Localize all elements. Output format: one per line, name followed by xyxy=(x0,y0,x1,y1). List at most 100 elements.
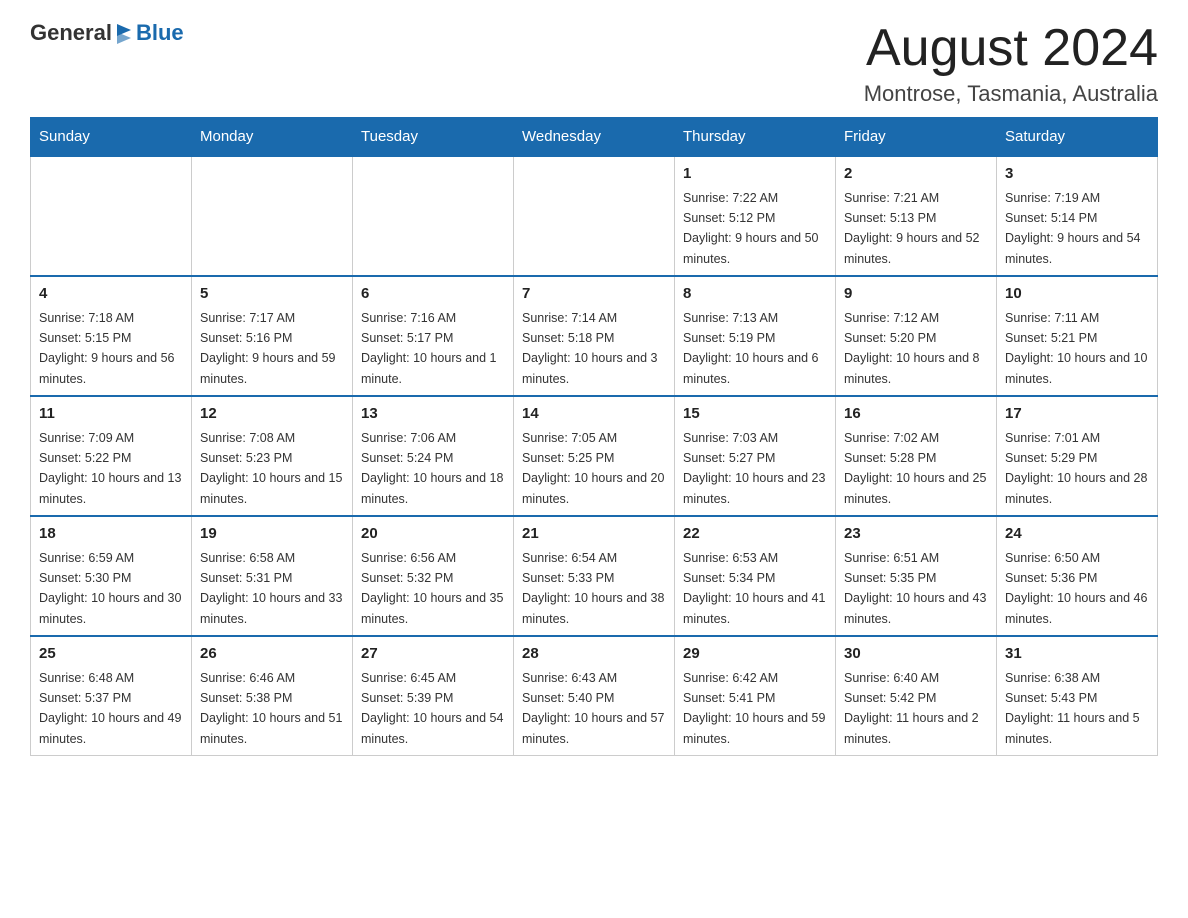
day-sun-info: Sunrise: 6:54 AM Sunset: 5:33 PM Dayligh… xyxy=(522,551,664,626)
day-number: 30 xyxy=(844,643,988,666)
calendar-cell: 24 Sunrise: 6:50 AM Sunset: 5:36 PM Dayli… xyxy=(997,516,1158,636)
calendar-cell: 9Sunrise: 7:12 AM Sunset: 5:20 PM Daylig… xyxy=(836,276,997,396)
day-sun-info: Sunrise: 7:06 AM Sunset: 5:24 PM Dayligh… xyxy=(361,431,503,506)
day-sun-info: Sunrise: 7:16 AM Sunset: 5:17 PM Dayligh… xyxy=(361,311,497,386)
day-number: 31 xyxy=(1005,643,1149,666)
day-number: 7 xyxy=(522,283,666,306)
day-number: 13 xyxy=(361,403,505,426)
day-sun-info: Sunrise: 7:12 AM Sunset: 5:20 PM Dayligh… xyxy=(844,311,980,386)
day-number: 25 xyxy=(39,643,183,666)
logo-flag-icon xyxy=(113,22,135,44)
day-number: 21 xyxy=(522,523,666,546)
calendar-cell: 7 Sunrise: 7:14 AM Sunset: 5:18 PM Daylig… xyxy=(514,276,675,396)
day-number: 14 xyxy=(522,403,666,426)
day-sun-info: Sunrise: 7:17 AM Sunset: 5:16 PM Dayligh… xyxy=(200,311,336,386)
day-sun-info: Sunrise: 6:50 AM Sunset: 5:36 PM Dayligh… xyxy=(1005,551,1147,626)
day-number: 16 xyxy=(844,403,988,426)
day-number: 20 xyxy=(361,523,505,546)
calendar-cell: 16 Sunrise: 7:02 AM Sunset: 5:28 PM Dayli… xyxy=(836,396,997,516)
day-sun-info: Sunrise: 7:02 AM Sunset: 5:28 PM Dayligh… xyxy=(844,431,986,506)
day-sun-info: Sunrise: 7:03 AM Sunset: 5:27 PM Dayligh… xyxy=(683,431,825,506)
day-sun-info: Sunrise: 6:51 AM Sunset: 5:35 PM Dayligh… xyxy=(844,551,986,626)
day-number: 2 xyxy=(844,163,988,186)
day-sun-info: Sunrise: 6:58 AM Sunset: 5:31 PM Dayligh… xyxy=(200,551,342,626)
location-subtitle: Montrose, Tasmania, Australia xyxy=(864,81,1158,107)
day-sun-info: Sunrise: 6:45 AM Sunset: 5:39 PM Dayligh… xyxy=(361,671,503,746)
day-header-friday: Friday xyxy=(836,118,997,157)
calendar-cell: 25 Sunrise: 6:48 AM Sunset: 5:37 PM Dayli… xyxy=(31,636,192,756)
day-sun-info: Sunrise: 7:01 AM Sunset: 5:29 PM Dayligh… xyxy=(1005,431,1147,506)
title-block: August 2024 Montrose, Tasmania, Australi… xyxy=(864,20,1158,107)
day-sun-info: Sunrise: 7:08 AM Sunset: 5:23 PM Dayligh… xyxy=(200,431,342,506)
day-sun-info: Sunrise: 7:05 AM Sunset: 5:25 PM Dayligh… xyxy=(522,431,664,506)
calendar-cell: 21 Sunrise: 6:54 AM Sunset: 5:33 PM Dayli… xyxy=(514,516,675,636)
day-number: 5 xyxy=(200,283,344,306)
day-sun-info: Sunrise: 7:09 AM Sunset: 5:22 PM Dayligh… xyxy=(39,431,181,506)
day-number: 6 xyxy=(361,283,505,306)
calendar-week-row: 25 Sunrise: 6:48 AM Sunset: 5:37 PM Dayli… xyxy=(31,636,1158,756)
calendar-cell xyxy=(514,156,675,276)
day-number: 28 xyxy=(522,643,666,666)
day-number: 18 xyxy=(39,523,183,546)
day-header-thursday: Thursday xyxy=(675,118,836,157)
calendar-week-row: 4Sunrise: 7:18 AM Sunset: 5:15 PM Daylig… xyxy=(31,276,1158,396)
day-number: 3 xyxy=(1005,163,1149,186)
day-number: 23 xyxy=(844,523,988,546)
calendar-cell: 30 Sunrise: 6:40 AM Sunset: 5:42 PM Dayli… xyxy=(836,636,997,756)
day-sun-info: Sunrise: 7:22 AM Sunset: 5:12 PM Dayligh… xyxy=(683,191,819,266)
calendar-cell xyxy=(31,156,192,276)
calendar-cell: 18 Sunrise: 6:59 AM Sunset: 5:30 PM Dayli… xyxy=(31,516,192,636)
calendar-week-row: 1Sunrise: 7:22 AM Sunset: 5:12 PM Daylig… xyxy=(31,156,1158,276)
day-number: 27 xyxy=(361,643,505,666)
calendar-cell: 2 Sunrise: 7:21 AM Sunset: 5:13 PM Daylig… xyxy=(836,156,997,276)
calendar-cell: 28 Sunrise: 6:43 AM Sunset: 5:40 PM Dayli… xyxy=(514,636,675,756)
day-number: 24 xyxy=(1005,523,1149,546)
calendar-cell: 11Sunrise: 7:09 AM Sunset: 5:22 PM Dayli… xyxy=(31,396,192,516)
calendar-cell: 17 Sunrise: 7:01 AM Sunset: 5:29 PM Dayli… xyxy=(997,396,1158,516)
day-number: 10 xyxy=(1005,283,1149,306)
calendar-cell: 13 Sunrise: 7:06 AM Sunset: 5:24 PM Dayli… xyxy=(353,396,514,516)
calendar-cell: 20 Sunrise: 6:56 AM Sunset: 5:32 PM Dayli… xyxy=(353,516,514,636)
calendar-cell: 1Sunrise: 7:22 AM Sunset: 5:12 PM Daylig… xyxy=(675,156,836,276)
calendar-cell: 15 Sunrise: 7:03 AM Sunset: 5:27 PM Dayli… xyxy=(675,396,836,516)
calendar-cell: 5 Sunrise: 7:17 AM Sunset: 5:16 PM Daylig… xyxy=(192,276,353,396)
day-number: 12 xyxy=(200,403,344,426)
day-number: 15 xyxy=(683,403,827,426)
day-header-saturday: Saturday xyxy=(997,118,1158,157)
day-header-tuesday: Tuesday xyxy=(353,118,514,157)
logo: General Blue xyxy=(30,20,184,46)
day-header-sunday: Sunday xyxy=(31,118,192,157)
logo-general: General xyxy=(30,20,112,46)
day-sun-info: Sunrise: 7:14 AM Sunset: 5:18 PM Dayligh… xyxy=(522,311,658,386)
calendar-week-row: 11Sunrise: 7:09 AM Sunset: 5:22 PM Dayli… xyxy=(31,396,1158,516)
day-sun-info: Sunrise: 7:19 AM Sunset: 5:14 PM Dayligh… xyxy=(1005,191,1141,266)
calendar-cell: 10 Sunrise: 7:11 AM Sunset: 5:21 PM Dayli… xyxy=(997,276,1158,396)
day-sun-info: Sunrise: 6:48 AM Sunset: 5:37 PM Dayligh… xyxy=(39,671,181,746)
day-header-monday: Monday xyxy=(192,118,353,157)
calendar-cell: 23 Sunrise: 6:51 AM Sunset: 5:35 PM Dayli… xyxy=(836,516,997,636)
calendar-cell: 14 Sunrise: 7:05 AM Sunset: 5:25 PM Dayli… xyxy=(514,396,675,516)
day-sun-info: Sunrise: 7:13 AM Sunset: 5:19 PM Dayligh… xyxy=(683,311,819,386)
calendar-cell: 26Sunrise: 6:46 AM Sunset: 5:38 PM Dayli… xyxy=(192,636,353,756)
day-sun-info: Sunrise: 6:42 AM Sunset: 5:41 PM Dayligh… xyxy=(683,671,825,746)
day-sun-info: Sunrise: 6:56 AM Sunset: 5:32 PM Dayligh… xyxy=(361,551,503,626)
calendar-cell: 3 Sunrise: 7:19 AM Sunset: 5:14 PM Daylig… xyxy=(997,156,1158,276)
calendar-cell: 19Sunrise: 6:58 AM Sunset: 5:31 PM Dayli… xyxy=(192,516,353,636)
page-header: General Blue August 2024 Montrose, Tasma… xyxy=(30,20,1158,107)
day-sun-info: Sunrise: 6:53 AM Sunset: 5:34 PM Dayligh… xyxy=(683,551,825,626)
calendar-table: SundayMondayTuesdayWednesdayThursdayFrid… xyxy=(30,117,1158,756)
day-sun-info: Sunrise: 6:46 AM Sunset: 5:38 PM Dayligh… xyxy=(200,671,342,746)
day-number: 17 xyxy=(1005,403,1149,426)
day-sun-info: Sunrise: 6:40 AM Sunset: 5:42 PM Dayligh… xyxy=(844,671,979,746)
calendar-week-row: 18 Sunrise: 6:59 AM Sunset: 5:30 PM Dayli… xyxy=(31,516,1158,636)
calendar-cell: 4Sunrise: 7:18 AM Sunset: 5:15 PM Daylig… xyxy=(31,276,192,396)
day-sun-info: Sunrise: 6:59 AM Sunset: 5:30 PM Dayligh… xyxy=(39,551,181,626)
day-number: 22 xyxy=(683,523,827,546)
calendar-cell: 8Sunrise: 7:13 AM Sunset: 5:19 PM Daylig… xyxy=(675,276,836,396)
day-sun-info: Sunrise: 7:21 AM Sunset: 5:13 PM Dayligh… xyxy=(844,191,980,266)
day-sun-info: Sunrise: 6:43 AM Sunset: 5:40 PM Dayligh… xyxy=(522,671,664,746)
calendar-cell xyxy=(353,156,514,276)
calendar-cell: 27 Sunrise: 6:45 AM Sunset: 5:39 PM Dayli… xyxy=(353,636,514,756)
day-number: 4 xyxy=(39,283,183,306)
day-sun-info: Sunrise: 7:11 AM Sunset: 5:21 PM Dayligh… xyxy=(1005,311,1147,386)
